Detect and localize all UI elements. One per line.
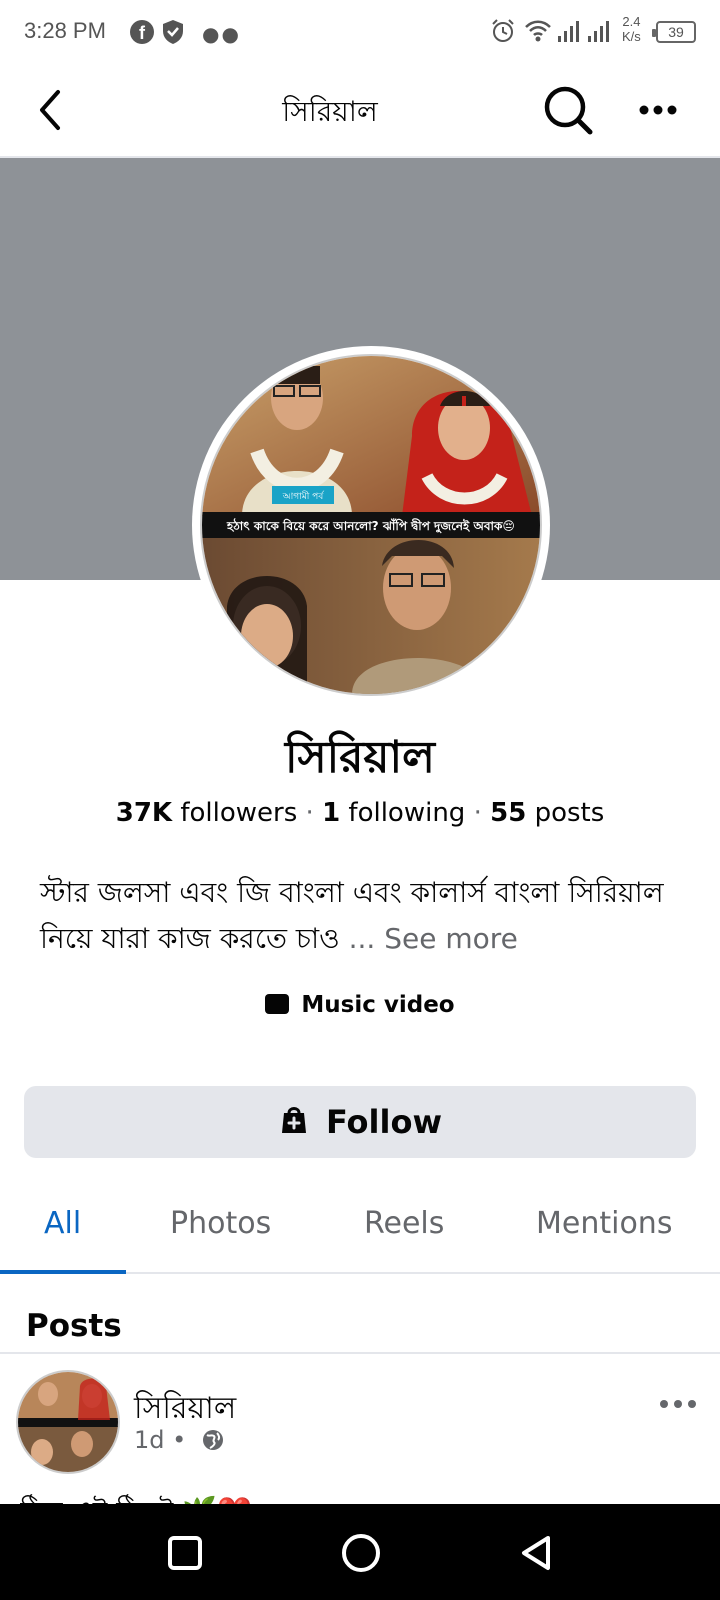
network-speed-unit: K/s — [622, 29, 641, 44]
page-category: Music video — [0, 992, 720, 1018]
follow-plus-icon — [281, 1107, 306, 1133]
post-author-avatar[interactable] — [16, 1370, 120, 1474]
following-label[interactable]: following — [348, 798, 465, 828]
post-meta: 1d • — [134, 1426, 224, 1454]
tab-all[interactable]: All — [44, 1206, 81, 1241]
profile-tabs: All Photos Reels Mentions — [0, 1180, 720, 1274]
page-name: সিরিয়াল — [285, 732, 435, 783]
shield-icon — [163, 20, 183, 44]
profile-photo-image: আগামী পর্ব হঠাৎ কাকে বিয়ে করে আনলো? ঝাঁ… — [200, 354, 542, 696]
page-bio: স্টার জলসা এবং জি বাংলা এবং কালার্স বাংল… — [40, 870, 690, 962]
system-back-icon[interactable] — [518, 1534, 554, 1572]
page-stats: 37K followers · 1 following · 55 posts — [0, 798, 720, 828]
battery-icon: 39 — [652, 21, 696, 43]
post-avatar-image — [18, 1372, 118, 1472]
posts-heading: Posts — [26, 1308, 122, 1344]
more-options-icon[interactable] — [636, 90, 680, 130]
divider — [0, 1352, 720, 1354]
network-speed-value: 2.4 — [622, 14, 641, 29]
posts-count: 55 — [490, 798, 527, 828]
clapperboard-icon — [265, 994, 290, 1014]
status-bar: 3:28 PM f ●● 2.4 K/s 39 — [0, 0, 720, 64]
signal-icon — [558, 21, 579, 42]
alarm-icon — [492, 19, 514, 42]
post-text: ঠিক এই ঠিকই 🌿❤️ — [20, 1490, 420, 1504]
followers-label[interactable]: followers — [180, 798, 297, 828]
following-count[interactable]: 1 — [322, 798, 340, 828]
active-tab-indicator — [0, 1270, 126, 1274]
page-header: সিরিয়াল — [0, 64, 720, 158]
more-notifications-icon: ●● — [202, 22, 241, 46]
stats-separator-2: · — [473, 798, 482, 828]
photo-tag: আগামী পর্ব — [282, 490, 325, 502]
recent-apps-icon[interactable] — [168, 1536, 202, 1570]
category-label: Music video — [301, 992, 455, 1018]
follow-button[interactable]: Follow — [24, 1086, 696, 1158]
signal-icon-secondary — [588, 21, 609, 42]
post-more-options-icon[interactable] — [656, 1394, 700, 1414]
home-icon[interactable] — [342, 1534, 380, 1572]
photo-headline: হঠাৎ কাকে বিয়ে করে আনলো? ঝাঁপি দ্বীপ দু… — [226, 518, 515, 535]
posts-label: posts — [534, 798, 605, 828]
meta-bullet: • — [172, 1426, 187, 1454]
follow-button-label: Follow — [325, 1103, 443, 1141]
stats-separator: · — [305, 798, 314, 828]
tab-reels[interactable]: Reels — [364, 1206, 444, 1241]
profile-photo-illustration: আগামী পর্ব হঠাৎ কাকে বিয়ে করে আনলো? ঝাঁ… — [202, 356, 540, 694]
tab-photos[interactable]: Photos — [170, 1206, 271, 1241]
status-time: 3:28 PM — [24, 18, 106, 43]
search-icon[interactable] — [542, 84, 594, 136]
facebook-notification-icon: f — [130, 20, 154, 44]
system-navigation-bar — [0, 1504, 720, 1600]
tab-mentions[interactable]: Mentions — [536, 1206, 672, 1241]
post-time[interactable]: 1d — [134, 1426, 165, 1454]
wifi-icon — [525, 20, 551, 42]
globe-icon — [202, 1430, 223, 1450]
profile-photo[interactable]: আগামী পর্ব হঠাৎ কাকে বিয়ে করে আনলো? ঝাঁ… — [192, 346, 550, 704]
network-speed: 2.4 K/s — [622, 14, 641, 44]
followers-count[interactable]: 37K — [116, 798, 172, 828]
see-more-link[interactable]: ... See more — [349, 922, 518, 955]
